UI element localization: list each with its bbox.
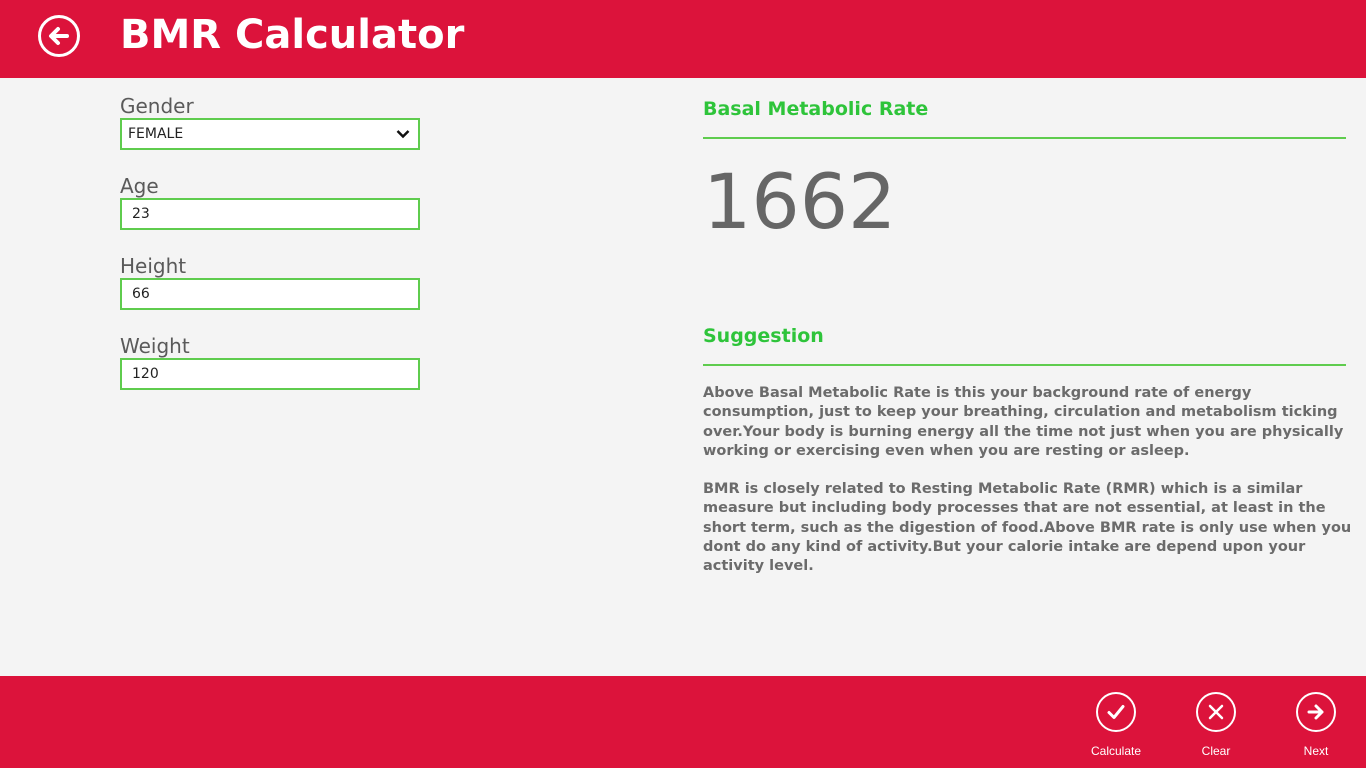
clear-label: Clear: [1201, 744, 1231, 758]
bmr-section-title: Basal Metabolic Rate: [703, 98, 929, 120]
suggestion-paragraph-1: Above Basal Metabolic Rate is this your …: [703, 385, 1344, 459]
suggestion-divider: [703, 364, 1346, 366]
calculate-label: Calculate: [1090, 744, 1142, 758]
gender-select-value: FEMALE: [128, 126, 184, 142]
gender-label: Gender: [120, 94, 194, 118]
suggestion-paragraph-2: BMR is closely related to Resting Metabo…: [703, 481, 1352, 575]
chevron-down-icon: [396, 129, 410, 139]
next-button[interactable]: Next: [1276, 692, 1356, 758]
bottom-app-bar: Calculate Clear Next: [0, 676, 1366, 768]
next-label: Next: [1303, 744, 1329, 758]
weight-label: Weight: [120, 334, 190, 358]
bmr-divider: [703, 137, 1346, 139]
suggestion-section-title: Suggestion: [703, 325, 824, 347]
checkmark-icon: [1096, 692, 1136, 732]
arrow-left-circle-icon: [49, 27, 69, 45]
clear-x-icon: [1196, 692, 1236, 732]
calculate-button[interactable]: Calculate: [1076, 692, 1156, 758]
height-input[interactable]: 66: [120, 278, 420, 310]
page-title: BMR Calculator: [120, 12, 465, 58]
clear-button[interactable]: Clear: [1176, 692, 1256, 758]
weight-input[interactable]: 120: [120, 358, 420, 390]
app-header: BMR Calculator: [0, 0, 1366, 78]
back-button[interactable]: [38, 15, 80, 57]
age-label: Age: [120, 174, 159, 198]
height-label: Height: [120, 254, 187, 278]
age-input[interactable]: 23: [120, 198, 420, 230]
gender-select[interactable]: FEMALE: [120, 118, 420, 150]
arrow-right-icon: [1296, 692, 1336, 732]
bmr-result-value: 1662: [703, 157, 897, 246]
